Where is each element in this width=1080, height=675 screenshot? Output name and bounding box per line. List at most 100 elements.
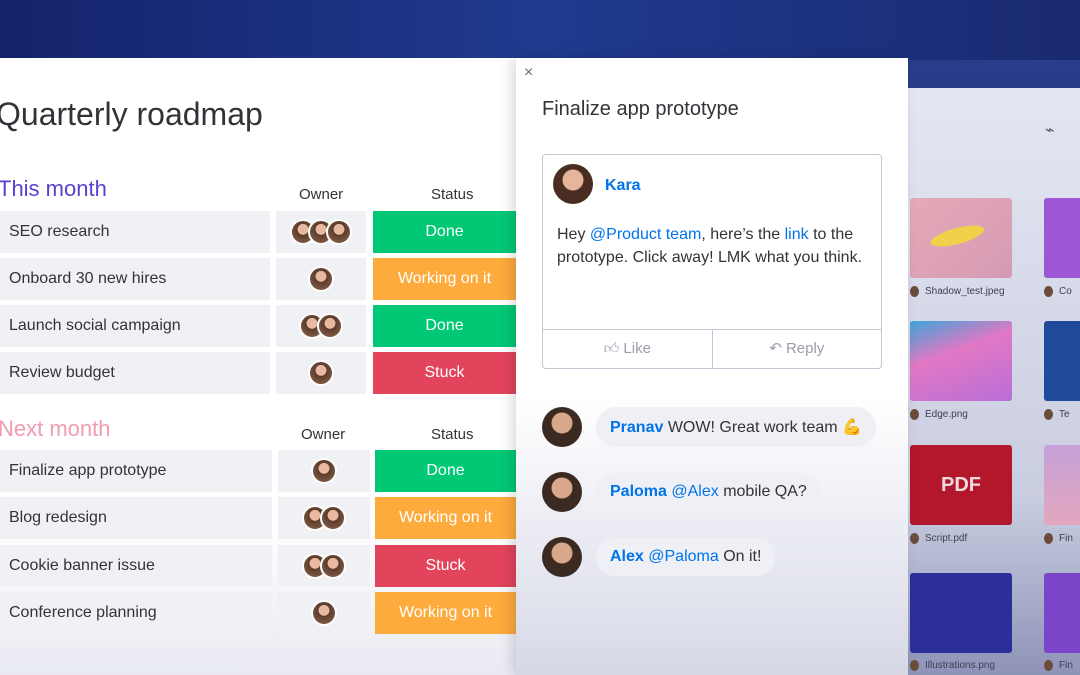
file-name[interactable]: Shadow_test.jpeg bbox=[910, 286, 1005, 297]
task-name[interactable]: Review budget bbox=[0, 352, 270, 394]
table-row[interactable]: SEO research Done bbox=[0, 211, 516, 253]
mention[interactable]: @Product team bbox=[590, 226, 701, 243]
task-name[interactable]: Cookie banner issue bbox=[0, 545, 272, 587]
file-name[interactable]: Script.pdf bbox=[910, 533, 967, 544]
task-name[interactable]: Finalize app prototype bbox=[0, 450, 272, 492]
status-badge[interactable]: Done bbox=[373, 305, 516, 347]
file-name[interactable]: Te bbox=[1044, 409, 1070, 420]
owner-cell[interactable] bbox=[278, 497, 370, 539]
group-title[interactable]: This month bbox=[0, 176, 107, 202]
link[interactable]: link bbox=[785, 226, 809, 243]
owner-cell[interactable] bbox=[276, 305, 366, 347]
table-row[interactable]: Finalize app prototype Done bbox=[0, 450, 516, 492]
task-name[interactable]: Blog redesign bbox=[0, 497, 272, 539]
status-badge[interactable]: Stuck bbox=[375, 545, 516, 587]
file-thumb[interactable] bbox=[1044, 198, 1080, 278]
reply-item: Pranav WOW! Great work team 💪 bbox=[542, 407, 876, 447]
reply-label: Reply bbox=[785, 340, 825, 357]
table-row[interactable]: Review budget Stuck bbox=[0, 352, 516, 394]
close-icon[interactable]: × bbox=[524, 64, 533, 82]
unplug-icon[interactable]: ⌁ bbox=[1045, 120, 1055, 140]
author-name[interactable]: Pranav bbox=[610, 419, 663, 436]
reply-icon: ↶ bbox=[769, 340, 786, 357]
task-name[interactable]: Conference planning bbox=[0, 592, 272, 634]
task-name[interactable]: Launch social campaign bbox=[0, 305, 270, 347]
owner-cell[interactable] bbox=[278, 545, 370, 587]
status-badge[interactable]: Working on it bbox=[373, 258, 516, 300]
reply-item: Alex @Paloma On it! bbox=[542, 537, 776, 577]
avatar bbox=[542, 472, 582, 512]
table-row[interactable]: Conference planning Working on it bbox=[0, 592, 516, 634]
page-title: Quarterly roadmap bbox=[0, 96, 263, 132]
status-badge[interactable]: Stuck bbox=[373, 352, 516, 394]
pdf-label: PDF bbox=[941, 474, 981, 496]
thumbs-up-icon: 👍︎ bbox=[603, 340, 624, 357]
reply-text: On it! bbox=[723, 548, 762, 565]
owner-header: Owner bbox=[299, 186, 344, 203]
file-thumb[interactable] bbox=[1044, 573, 1080, 653]
owner-cell[interactable] bbox=[278, 592, 370, 634]
task-name[interactable]: SEO research bbox=[0, 211, 270, 253]
file-name[interactable]: Fin bbox=[1044, 660, 1073, 671]
avatar[interactable] bbox=[311, 458, 337, 484]
file-label: Te bbox=[1059, 409, 1070, 421]
file-label: Co bbox=[1059, 286, 1072, 298]
owner-cell[interactable] bbox=[276, 258, 366, 300]
avatar[interactable] bbox=[308, 360, 334, 386]
file-name[interactable]: Fin bbox=[1044, 533, 1073, 544]
like-button[interactable]: 👍︎ Like bbox=[543, 330, 712, 368]
file-thumb[interactable] bbox=[910, 198, 1012, 278]
avatar bbox=[542, 537, 582, 577]
owner-cell[interactable] bbox=[278, 450, 370, 492]
text: , here’s the bbox=[701, 226, 785, 243]
avatar[interactable] bbox=[311, 600, 337, 626]
group-title[interactable]: Next month bbox=[0, 416, 111, 442]
author-name[interactable]: Alex bbox=[610, 548, 644, 565]
reply-button[interactable]: ↶ Reply bbox=[711, 330, 882, 368]
table-row[interactable]: Onboard 30 new hires Working on it bbox=[0, 258, 516, 300]
avatar[interactable] bbox=[308, 266, 334, 292]
file-thumb[interactable] bbox=[910, 573, 1012, 653]
owner-cell[interactable] bbox=[276, 352, 366, 394]
author-name[interactable]: Paloma bbox=[610, 483, 667, 500]
task-name[interactable]: Onboard 30 new hires bbox=[0, 258, 270, 300]
status-badge[interactable]: Done bbox=[375, 450, 516, 492]
status-header: Status bbox=[431, 186, 474, 203]
file-name[interactable]: Co bbox=[1044, 286, 1072, 297]
owner-header: Owner bbox=[301, 426, 346, 443]
file-label: Illustrations.png bbox=[925, 660, 996, 672]
update-text: Hey @Product team, here’s the link to th… bbox=[557, 223, 872, 269]
avatar[interactable] bbox=[326, 219, 352, 245]
reply-bubble: Alex @Paloma On it! bbox=[596, 538, 776, 576]
status-badge[interactable]: Done bbox=[373, 211, 516, 253]
status-badge[interactable]: Working on it bbox=[375, 592, 516, 634]
avatar bbox=[553, 164, 593, 204]
status-badge[interactable]: Working on it bbox=[375, 497, 516, 539]
file-label: Script.pdf bbox=[925, 533, 968, 545]
avatar[interactable] bbox=[320, 553, 346, 579]
file-thumb[interactable] bbox=[1044, 445, 1080, 525]
table-row[interactable]: Blog redesign Working on it bbox=[0, 497, 516, 539]
owner-cell[interactable] bbox=[276, 211, 366, 253]
top-bar bbox=[0, 0, 1080, 60]
table-row[interactable]: Cookie banner issue Stuck bbox=[0, 545, 516, 587]
file-label: Shadow_test.jpeg bbox=[925, 286, 1005, 298]
file-label: Fin bbox=[1059, 533, 1073, 545]
mention[interactable]: @Paloma bbox=[648, 548, 719, 565]
author-name[interactable]: Kara bbox=[605, 177, 641, 195]
files-panel: ⌁ Shadow_test.jpeg Co Edge.png Te PDF Sc… bbox=[880, 88, 1080, 675]
avatar[interactable] bbox=[320, 505, 346, 531]
avatar[interactable] bbox=[317, 313, 343, 339]
file-thumb[interactable] bbox=[1044, 321, 1080, 401]
mention[interactable]: @Alex bbox=[671, 483, 718, 500]
item-title: Finalize app prototype bbox=[542, 98, 739, 120]
reply-text: WOW! Great work team 💪 bbox=[667, 419, 862, 436]
table-row[interactable]: Launch social campaign Done bbox=[0, 305, 516, 347]
reply-item: Paloma @Alex mobile QA? bbox=[542, 472, 821, 512]
file-name[interactable]: Illustrations.png bbox=[910, 660, 995, 671]
file-thumb[interactable]: PDF bbox=[910, 445, 1012, 525]
file-thumb[interactable] bbox=[910, 321, 1012, 401]
file-label: Edge.png bbox=[925, 409, 968, 421]
status-header: Status bbox=[431, 426, 474, 443]
file-name[interactable]: Edge.png bbox=[910, 409, 968, 420]
